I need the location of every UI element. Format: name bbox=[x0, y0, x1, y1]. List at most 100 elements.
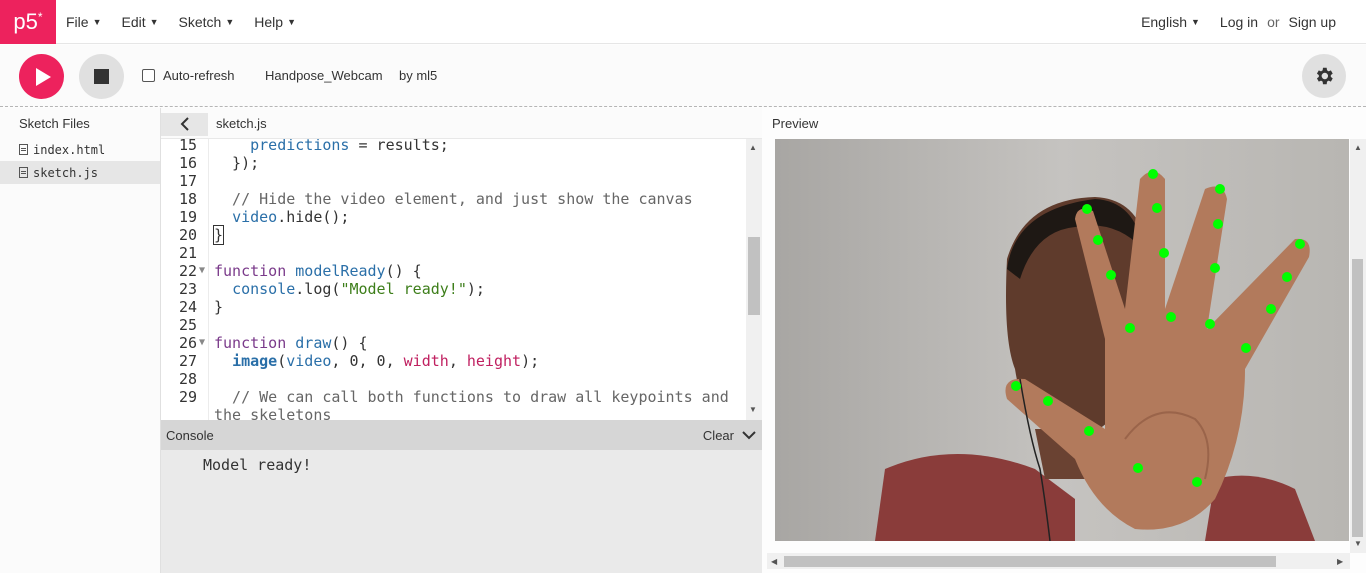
line-code: the skeletons bbox=[214, 406, 332, 420]
preview-canvas[interactable] bbox=[775, 139, 1349, 541]
top-nav: p5 * File ▼ Edit ▼ Sketch ▼ Help ▼ English ▼ L… bbox=[0, 0, 1366, 44]
code-token: function bbox=[214, 334, 287, 352]
code-line: 15 predictions = results; bbox=[161, 139, 751, 154]
code-line: 21 bbox=[161, 244, 751, 262]
signup-link[interactable]: Sign up bbox=[1289, 14, 1336, 30]
code-token: console bbox=[232, 280, 296, 298]
scrollbar-thumb[interactable] bbox=[784, 556, 1276, 567]
chevron-down-icon: ▼ bbox=[287, 16, 296, 27]
console-title: Console bbox=[166, 427, 214, 443]
scroll-left-icon[interactable]: ◀ bbox=[771, 557, 777, 566]
code-token: width bbox=[403, 352, 449, 370]
line-number: 16 bbox=[178, 154, 197, 172]
console-clear-button[interactable]: Clear bbox=[703, 428, 734, 443]
line-code: function draw() { bbox=[214, 334, 368, 352]
scroll-down-icon[interactable]: ▼ bbox=[1354, 539, 1362, 548]
line-number: 22 bbox=[178, 262, 197, 280]
line-number: 19 bbox=[178, 208, 197, 226]
line-number: 18 bbox=[178, 190, 197, 208]
code-token: modelReady bbox=[295, 262, 386, 280]
project-name[interactable]: Handpose_Webcam bbox=[265, 68, 383, 83]
stop-button[interactable] bbox=[79, 54, 124, 99]
scroll-right-icon[interactable]: ▶ bbox=[1337, 557, 1343, 566]
code-line: 18 // Hide the video element, and just s… bbox=[161, 190, 751, 208]
p5-logo[interactable]: p5 * bbox=[0, 0, 56, 44]
code-token: predictions bbox=[250, 139, 350, 154]
code-line: 16 }); bbox=[161, 154, 751, 172]
code-line: 19 video.hide(); bbox=[161, 208, 751, 226]
line-number: 20 bbox=[178, 226, 197, 244]
webcam-image bbox=[775, 139, 1349, 541]
menu-label: Sketch bbox=[178, 13, 222, 30]
file-item-index-html[interactable]: index.html bbox=[0, 138, 160, 161]
code-token: draw bbox=[295, 334, 332, 352]
scrollbar-thumb[interactable] bbox=[748, 237, 760, 315]
chevron-left-icon bbox=[180, 117, 189, 131]
menu-label: File bbox=[66, 13, 89, 30]
auto-refresh-toggle[interactable]: Auto-refresh bbox=[142, 68, 235, 83]
scroll-up-icon[interactable]: ▲ bbox=[1354, 143, 1362, 152]
file-item-sketch-js[interactable]: sketch.js bbox=[0, 161, 160, 184]
menu-help[interactable]: Help ▼ bbox=[254, 14, 296, 30]
code-line: 23 console.log("Model ready!"); bbox=[161, 280, 751, 298]
scroll-down-icon[interactable]: ▼ bbox=[749, 405, 757, 414]
scrollbar-thumb[interactable] bbox=[1352, 259, 1363, 537]
file-name: index.html bbox=[33, 142, 106, 157]
nav-right: English ▼ Log in or Sign up bbox=[1141, 14, 1336, 30]
fold-arrow-icon[interactable]: ▼ bbox=[199, 334, 205, 352]
collapse-sidebar-button[interactable] bbox=[161, 112, 208, 136]
play-icon bbox=[36, 67, 51, 86]
sidebar-title: Sketch Files bbox=[19, 116, 90, 131]
line-number: 28 bbox=[178, 370, 197, 388]
code-editor[interactable]: 15 predictions = results; 16 }); 17 18 /… bbox=[161, 139, 762, 420]
line-code: // Hide the video element, and just show… bbox=[214, 190, 693, 208]
line-code: function modelReady() { bbox=[214, 262, 422, 280]
line-code: image(video, 0, 0, width, height); bbox=[232, 352, 540, 370]
editor-header: sketch.js bbox=[161, 108, 762, 139]
play-button[interactable] bbox=[19, 54, 64, 99]
line-code: // We can call both functions to draw al… bbox=[214, 388, 729, 406]
chevron-down-icon[interactable] bbox=[742, 430, 756, 440]
logo-mark: * bbox=[37, 9, 43, 24]
line-code: video.hide(); bbox=[232, 208, 350, 226]
menu-edit[interactable]: Edit ▼ bbox=[121, 14, 158, 30]
auto-refresh-checkbox[interactable] bbox=[142, 69, 155, 82]
code-token: function bbox=[214, 262, 287, 280]
stop-icon bbox=[94, 69, 109, 84]
chevron-down-icon: ▼ bbox=[1190, 16, 1200, 27]
fold-arrow-icon[interactable]: ▼ bbox=[199, 262, 205, 280]
chevron-down-icon: ▼ bbox=[149, 16, 159, 27]
language-label: English bbox=[1141, 13, 1187, 30]
preview-horizontal-scrollbar[interactable]: ◀ ▶ bbox=[767, 553, 1350, 569]
line-code: }); bbox=[214, 154, 260, 172]
login-link[interactable]: Log in bbox=[1220, 14, 1258, 30]
code-token: video bbox=[286, 352, 332, 370]
settings-button[interactable] bbox=[1302, 54, 1346, 98]
file-icon bbox=[19, 144, 28, 155]
editor-tab-name: sketch.js bbox=[216, 115, 267, 131]
language-select[interactable]: English ▼ bbox=[1141, 14, 1200, 30]
line-number: 24 bbox=[178, 298, 197, 316]
or-text: or bbox=[1267, 13, 1280, 30]
project-author: by ml5 bbox=[399, 68, 438, 83]
chevron-down-icon: ▼ bbox=[225, 16, 235, 27]
code-line: 20} bbox=[161, 225, 751, 245]
gear-icon bbox=[1316, 67, 1333, 85]
file-name: sketch.js bbox=[33, 165, 99, 180]
code-token: video bbox=[232, 208, 278, 226]
console-output: Model ready! bbox=[161, 450, 762, 573]
file-sidebar: Sketch Files index.html sketch.js bbox=[0, 108, 161, 573]
menu-file[interactable]: File ▼ bbox=[66, 14, 101, 30]
line-number: 25 bbox=[178, 316, 197, 334]
logo-text: p5 bbox=[13, 8, 38, 34]
line-number: 15 bbox=[178, 139, 197, 154]
menu-label: Help bbox=[254, 13, 284, 30]
preview-vertical-scrollbar[interactable]: ▲ ▼ bbox=[1350, 139, 1366, 553]
code-line: 24} bbox=[161, 298, 751, 316]
console-message: Model ready! bbox=[203, 456, 312, 474]
editor-scrollbar[interactable]: ▲ ▼ bbox=[746, 139, 762, 420]
code-line: 25 bbox=[161, 316, 751, 334]
auto-refresh-label: Auto-refresh bbox=[163, 68, 235, 83]
scroll-up-icon[interactable]: ▲ bbox=[749, 143, 757, 152]
menu-sketch[interactable]: Sketch ▼ bbox=[179, 14, 235, 30]
